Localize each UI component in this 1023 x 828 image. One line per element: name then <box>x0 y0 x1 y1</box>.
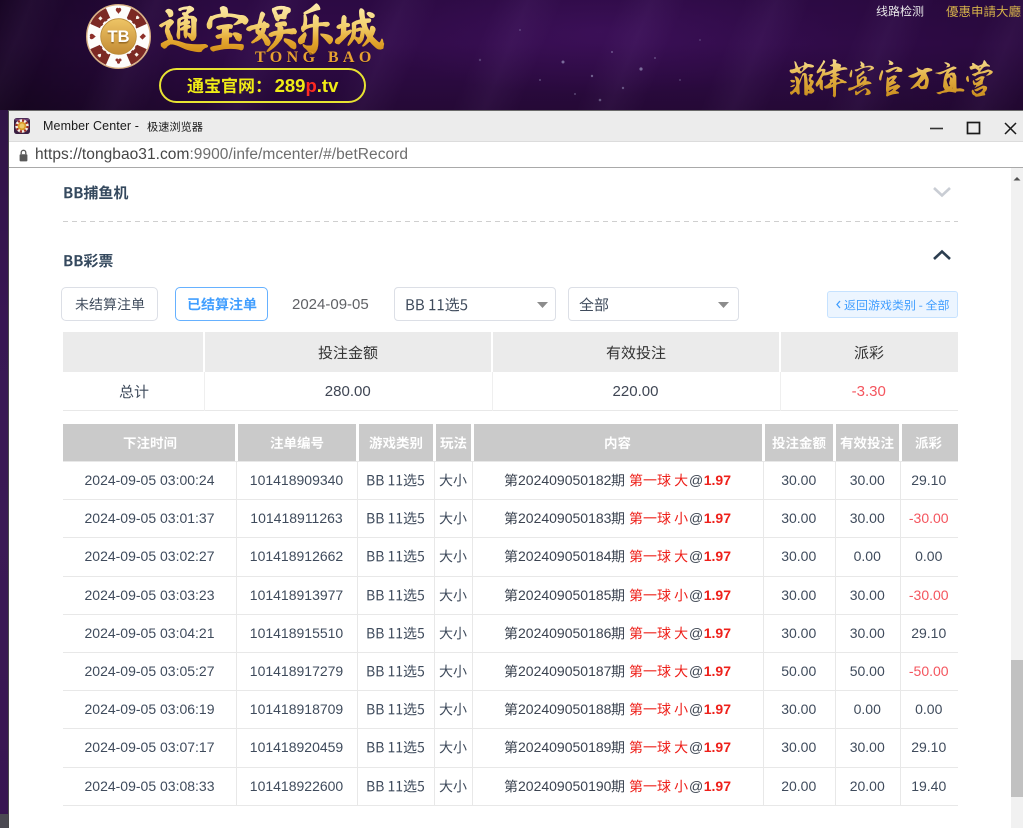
svg-text:TB: TB <box>108 28 130 46</box>
